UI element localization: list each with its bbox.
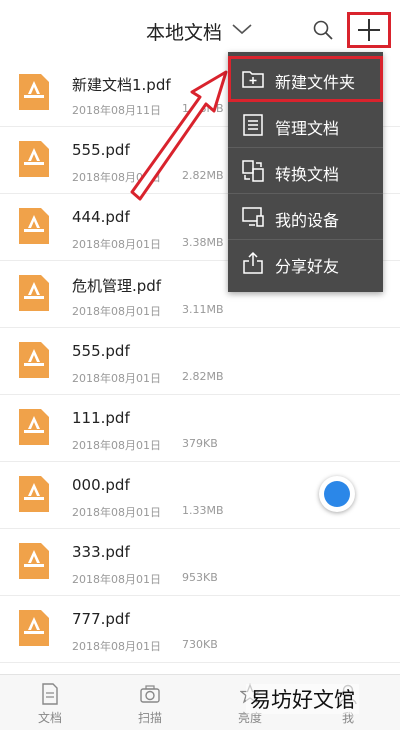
menu-item-share[interactable]: 分享好友: [228, 240, 383, 286]
menu-item-new-folder[interactable]: 新建文件夹: [228, 56, 383, 102]
tab-scan[interactable]: 扫描: [120, 675, 180, 730]
document-icon: [42, 683, 58, 705]
menu-label: 转换文档: [275, 165, 340, 184]
list-icon: [243, 114, 263, 136]
camera-icon: [140, 685, 160, 703]
menu-item-devices[interactable]: 我的设备: [228, 194, 383, 240]
floating-assist-button[interactable]: [319, 476, 355, 512]
convert-icon: [242, 160, 264, 182]
menu-label: 新建文件夹: [275, 73, 356, 92]
menu-item-convert[interactable]: 转换文档: [228, 148, 383, 194]
device-icon: [242, 207, 264, 227]
menu-label: 我的设备: [275, 211, 340, 230]
menu-item-manage[interactable]: 管理文档: [228, 102, 383, 148]
tab-label: 文档: [37, 711, 62, 725]
tab-documents[interactable]: 文档: [20, 675, 80, 730]
dropdown-menu: 新建文件夹 管理文档 转换文档 我的设备 分享好友: [228, 52, 383, 292]
tab-label: 扫描: [137, 711, 162, 725]
new-folder-icon: [242, 71, 264, 88]
menu-label: 管理文档: [275, 119, 340, 138]
share-icon: [243, 251, 263, 274]
watermark-text: 易坊好文馆: [246, 684, 359, 714]
assist-dot-icon: [324, 481, 350, 507]
menu-label: 分享好友: [275, 257, 340, 276]
